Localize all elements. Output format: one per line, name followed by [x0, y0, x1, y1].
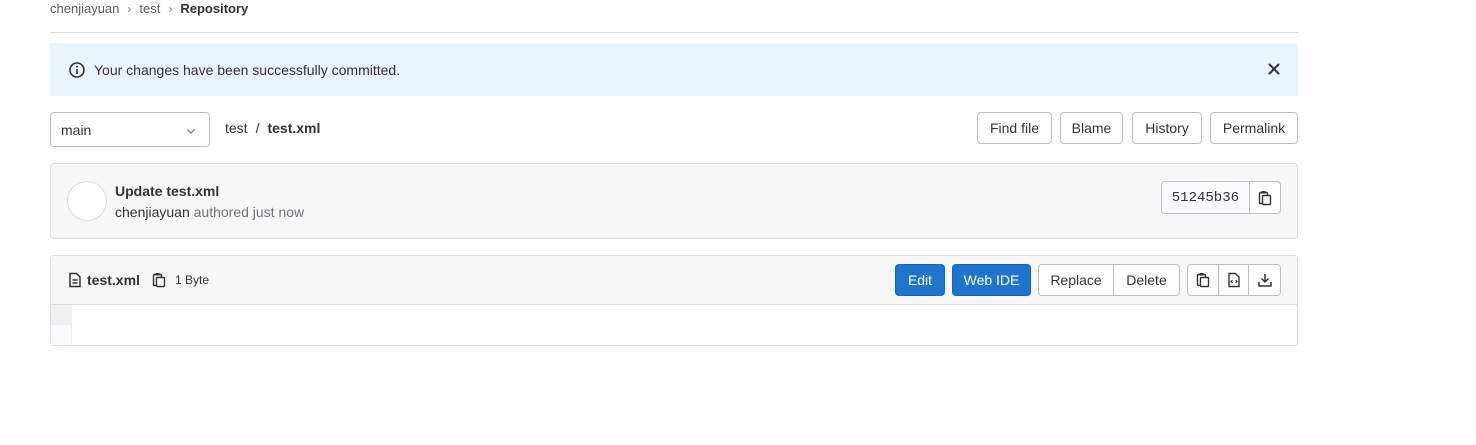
- file-content: [51, 305, 1297, 345]
- last-commit-panel: Update test.xml chenjiayuan authored jus…: [50, 163, 1298, 239]
- alert-message: Your changes have been successfully comm…: [94, 61, 401, 78]
- commit-sha[interactable]: 51245b36: [1161, 182, 1250, 213]
- file-code-icon: [1227, 272, 1240, 288]
- success-alert: Your changes have been successfully comm…: [50, 43, 1298, 96]
- path-separator: /: [255, 120, 260, 136]
- find-file-button[interactable]: Find file: [977, 112, 1052, 144]
- copy-file-path-icon[interactable]: [152, 272, 166, 288]
- file-header: test.xml 1 Byte Edit Web IDE Replace Del…: [51, 256, 1297, 305]
- line-number-gutter: [51, 305, 72, 345]
- blame-button[interactable]: Blame: [1060, 112, 1123, 144]
- commit-title[interactable]: Update test.xml: [115, 183, 219, 199]
- branch-selector[interactable]: main: [50, 112, 210, 147]
- chevron-down-icon: [185, 124, 197, 136]
- file-name: test.xml: [87, 272, 140, 288]
- commit-sha-group: 51245b36: [1160, 181, 1281, 214]
- history-button[interactable]: History: [1132, 112, 1202, 144]
- copy-icon: [1196, 273, 1210, 288]
- breadcrumb-item-project[interactable]: test: [139, 1, 160, 17]
- page: chenjiayuan › test › Repository Your cha…: [0, 0, 1476, 445]
- download-button[interactable]: [1249, 265, 1280, 295]
- breadcrumb-separator: ›: [127, 2, 132, 16]
- permalink-button[interactable]: Permalink: [1210, 112, 1298, 144]
- file-action-group: Replace Delete: [1038, 264, 1180, 296]
- copy-icon: [1258, 190, 1272, 205]
- avatar[interactable]: [67, 181, 107, 221]
- breadcrumb-item-repository[interactable]: Repository: [180, 1, 248, 17]
- commit-authored-text: authored just now: [193, 204, 305, 220]
- file-path: test / test.xml: [225, 120, 320, 136]
- breadcrumb: chenjiayuan › test › Repository: [50, 0, 1298, 33]
- commit-author[interactable]: chenjiayuan: [115, 204, 190, 220]
- copy-contents-button[interactable]: [1188, 265, 1219, 295]
- file-icon-button-group: [1187, 264, 1281, 296]
- download-icon: [1257, 274, 1272, 287]
- file-size: 1 Byte: [175, 273, 210, 287]
- open-raw-button[interactable]: [1219, 265, 1250, 295]
- web-ide-button[interactable]: Web IDE: [952, 264, 1031, 296]
- commit-meta: chenjiayuan authored just now: [115, 204, 304, 220]
- edit-button[interactable]: Edit: [895, 264, 945, 296]
- path-file-name[interactable]: test.xml: [267, 120, 320, 136]
- replace-button[interactable]: Replace: [1039, 265, 1114, 295]
- file-viewer: test.xml 1 Byte Edit Web IDE Replace Del…: [50, 255, 1298, 346]
- breadcrumb-item-user[interactable]: chenjiayuan: [50, 1, 119, 17]
- path-directory-link[interactable]: test: [225, 120, 248, 136]
- breadcrumb-separator: ›: [168, 2, 173, 16]
- copy-sha-button[interactable]: [1250, 182, 1280, 213]
- line-number[interactable]: [51, 305, 72, 325]
- document-icon: [68, 272, 82, 288]
- branch-name: main: [61, 121, 92, 138]
- info-icon: [68, 61, 86, 79]
- delete-button[interactable]: Delete: [1114, 265, 1179, 295]
- close-icon[interactable]: [1266, 61, 1282, 77]
